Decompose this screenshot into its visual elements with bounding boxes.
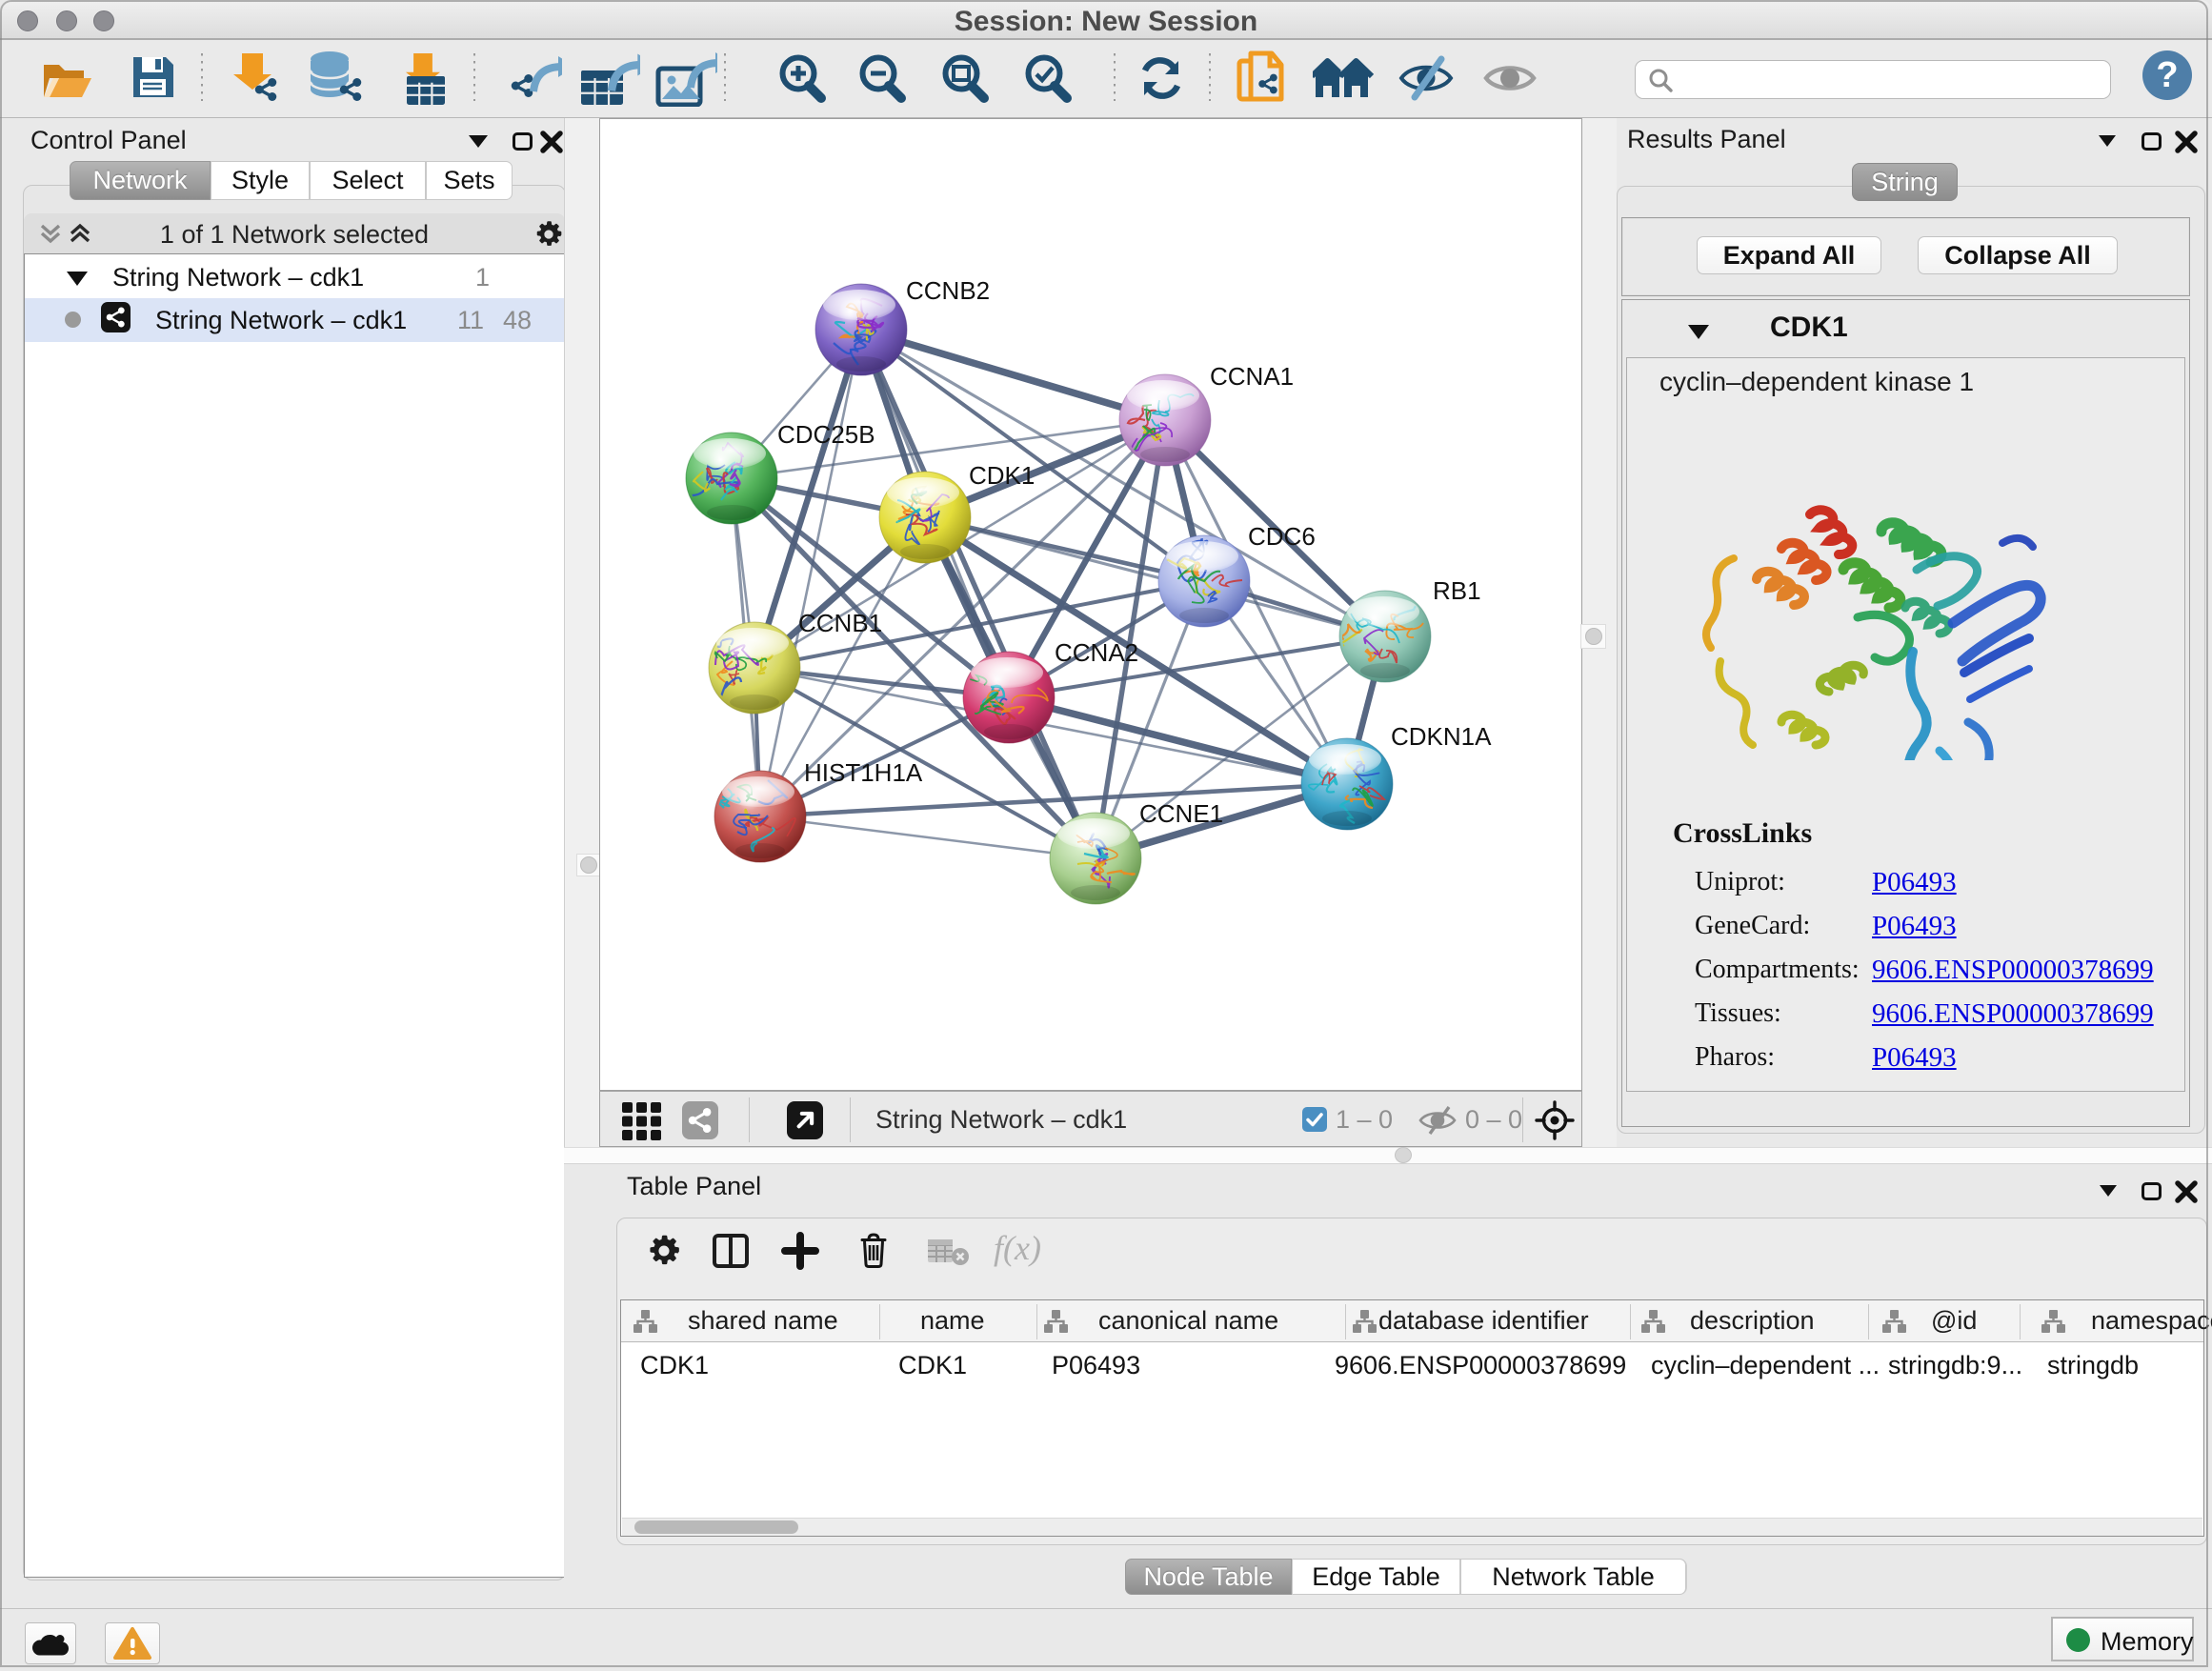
svg-text:CDK1: CDK1: [969, 461, 1035, 490]
svg-text:CDC25B: CDC25B: [777, 420, 875, 449]
svg-text:CCNB1: CCNB1: [798, 609, 882, 637]
svg-text:CCNE1: CCNE1: [1139, 799, 1223, 828]
svg-text:CDC6: CDC6: [1248, 522, 1316, 551]
svg-text:CDKN1A: CDKN1A: [1391, 722, 1492, 751]
svg-text:RB1: RB1: [1433, 576, 1481, 605]
svg-text:HIST1H1A: HIST1H1A: [804, 758, 923, 787]
svg-text:CCNA2: CCNA2: [1055, 638, 1138, 667]
svg-text:CCNB2: CCNB2: [906, 276, 990, 305]
svg-text:CCNA1: CCNA1: [1210, 362, 1294, 391]
